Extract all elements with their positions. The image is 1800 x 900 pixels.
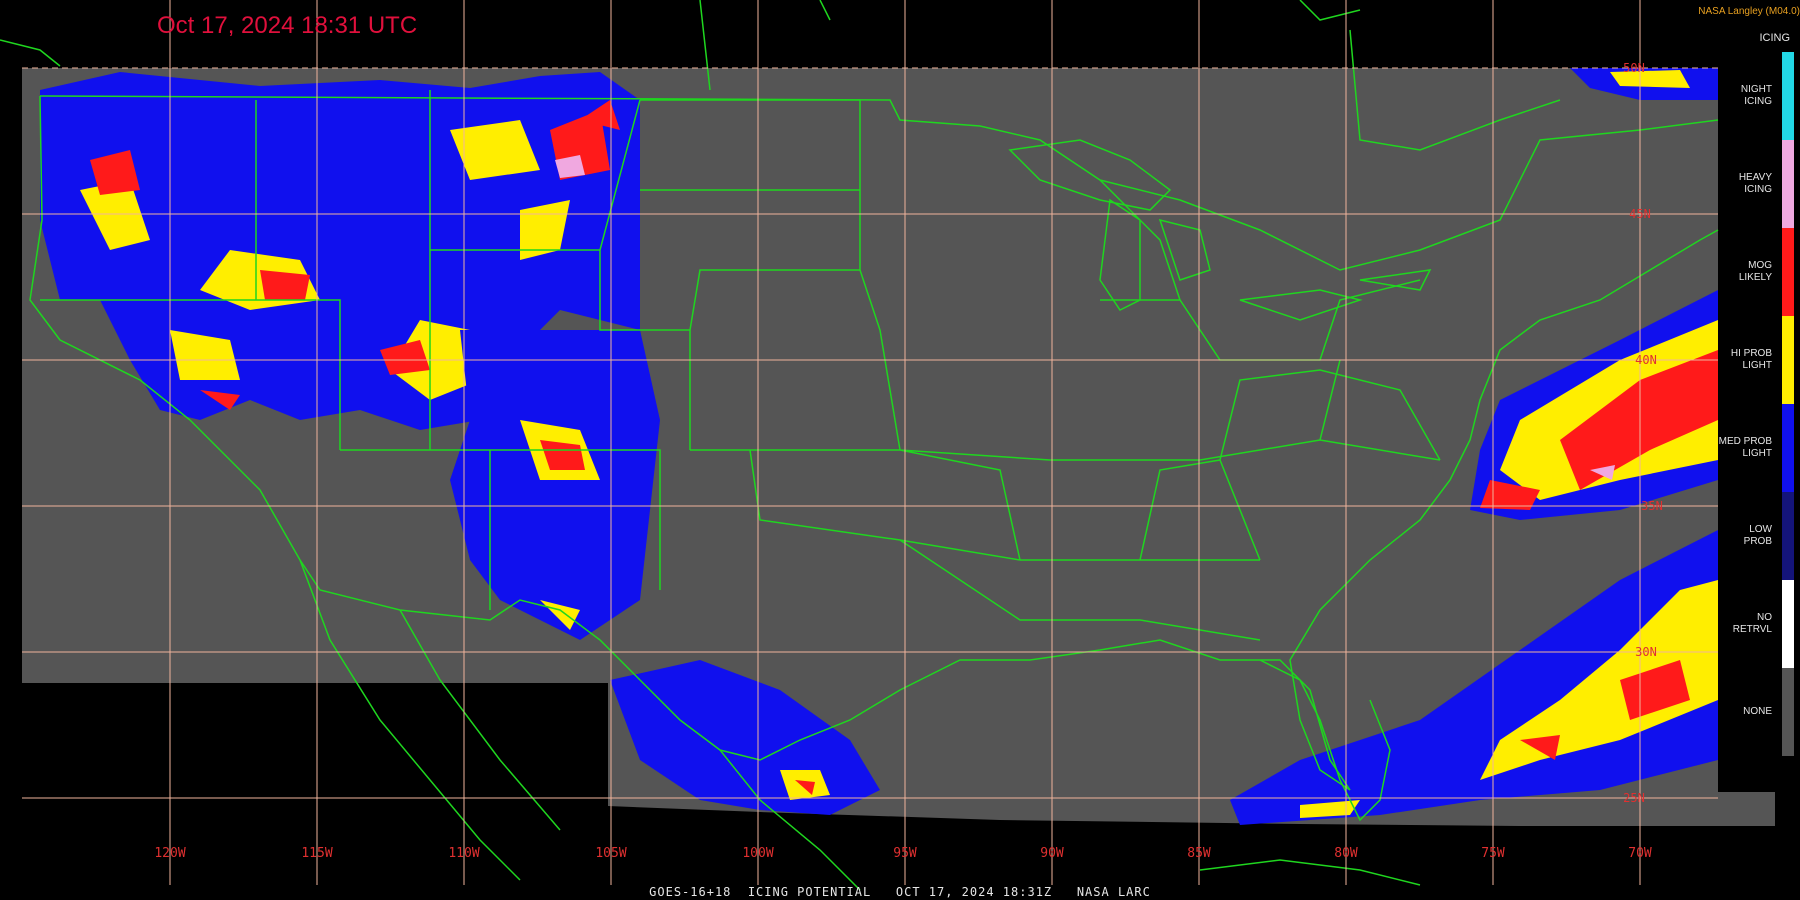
- credit-label: NASA Langley (M04.0): [1698, 6, 1800, 17]
- latitude-label: 45N: [1629, 207, 1651, 221]
- legend-item: HEAVY ICING: [1718, 140, 1800, 228]
- latitude-label: 35N: [1641, 499, 1663, 513]
- longitude-label: 110W: [448, 846, 480, 861]
- legend-item: LOW PROB: [1718, 492, 1800, 580]
- legend-label: HI PROB LIGHT: [1730, 348, 1772, 371]
- legend-item: NIGHT ICING: [1718, 52, 1800, 140]
- longitude-label: 85W: [1187, 846, 1211, 861]
- longitude-label: 90W: [1040, 846, 1064, 861]
- legend-swatch: [1782, 492, 1794, 580]
- icing-map: [0, 0, 1775, 891]
- legend-swatch: [1782, 404, 1794, 492]
- latitude-label: 25N: [1623, 791, 1645, 805]
- legend-label: NIGHT ICING: [1740, 84, 1772, 107]
- legend-label: MED PROB LIGHT: [1718, 436, 1772, 459]
- longitude-label: 120W: [154, 846, 186, 861]
- legend-swatch: [1782, 52, 1794, 140]
- legend-label: NONE: [1743, 706, 1772, 717]
- latitude-label: 50N: [1623, 61, 1645, 75]
- legend-heading: ICING: [1759, 32, 1790, 44]
- legend-swatch: [1782, 228, 1794, 316]
- legend-item: MOG LIKELY: [1718, 228, 1800, 316]
- latitude-label: 40N: [1635, 353, 1657, 367]
- legend-item: MED PROB LIGHT: [1718, 404, 1800, 492]
- legend-item: NONE: [1718, 668, 1800, 756]
- icing-field-canada-med: [1610, 70, 1690, 88]
- longitude-label: 100W: [742, 846, 774, 861]
- legend-label: LOW PROB: [1743, 524, 1772, 547]
- legend: ICING NIGHT ICING HEAVY ICING MOG LIKELY HI…: [1718, 28, 1800, 764]
- cuba: [1199, 859, 1421, 886]
- timestamp-title: Oct 17, 2024 18:31 UTC: [157, 12, 418, 39]
- latitude-label: 30N: [1635, 645, 1657, 659]
- legend-label: MOG LIKELY: [1738, 260, 1772, 283]
- footer-caption: GOES-16+18 ICING POTENTIAL OCT 17, 2024 …: [649, 885, 1151, 899]
- legend-item: HI PROB LIGHT: [1718, 316, 1800, 404]
- legend-swatch: [1782, 140, 1794, 228]
- legend-swatch: [1782, 316, 1794, 404]
- legend-swatch: [1782, 580, 1794, 668]
- longitude-label: 115W: [301, 846, 333, 861]
- longitude-label: 75W: [1481, 846, 1505, 861]
- legend-label: NO RETRVL: [1732, 612, 1772, 635]
- longitude-label: 80W: [1334, 846, 1358, 861]
- legend-label: HEAVY ICING: [1738, 172, 1772, 195]
- legend-item: NO RETRVL: [1718, 580, 1800, 668]
- longitude-label: 70W: [1628, 846, 1652, 861]
- legend-swatch: [1782, 668, 1794, 756]
- longitude-label: 95W: [893, 846, 917, 861]
- longitude-label: 105W: [595, 846, 627, 861]
